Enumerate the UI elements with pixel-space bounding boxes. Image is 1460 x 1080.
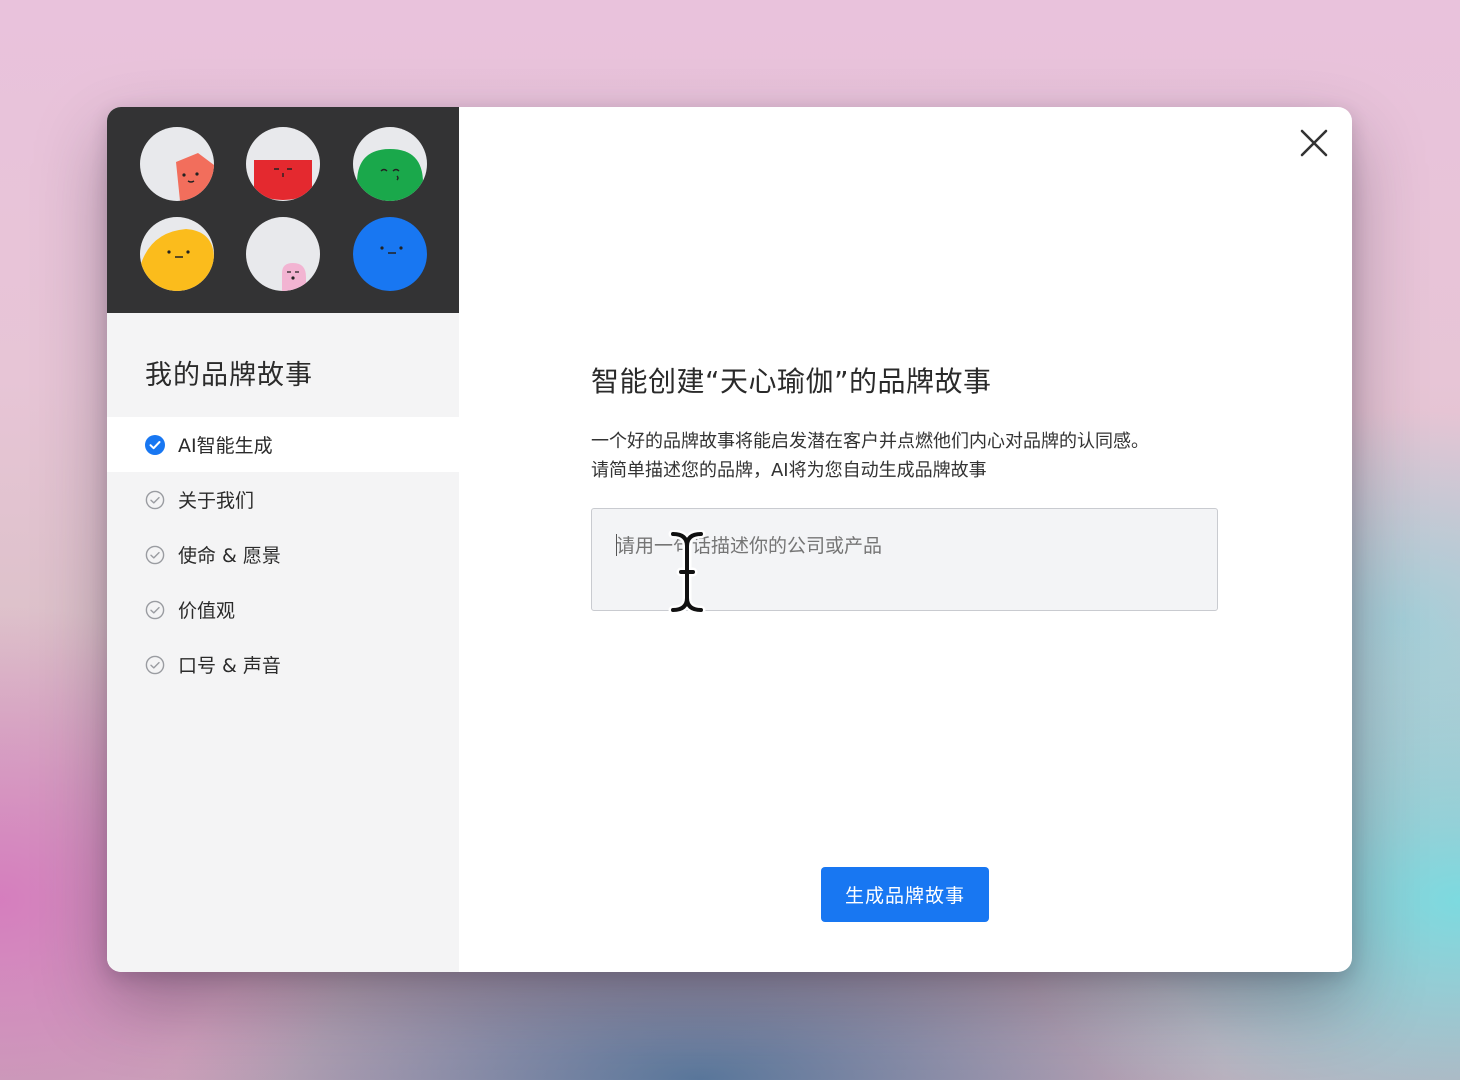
step-slogan-voice[interactable]: 口号 & 声音: [107, 637, 459, 692]
step-nav: AI智能生成 关于我们 使命 & 愿景 价值观 口号 & 声音: [107, 417, 459, 692]
sidebar: 我的品牌故事 AI智能生成 关于我们 使命 & 愿景 价值观 口号 & 声音: [107, 107, 459, 972]
yellow-avatar: [140, 217, 214, 291]
description-line: 一个好的品牌故事将能启发潜在客户并点燃他们内心对品牌的认同感。: [591, 431, 1149, 452]
step-label: 口号 & 声音: [178, 655, 281, 677]
check-circle-filled-icon: [145, 434, 165, 455]
page-title: 智能创建“天心瑜伽”的品牌故事: [591, 365, 992, 398]
text-cursor-icon: [668, 530, 706, 614]
step-label: 价值观: [178, 600, 236, 622]
avatar-panel: [107, 107, 459, 313]
description: 一个好的品牌故事将能启发潜在客户并点燃他们内心对品牌的认同感。 请简单描述您的品…: [591, 427, 1149, 485]
step-label: 关于我们: [178, 490, 255, 512]
check-circle-outline-icon: [145, 655, 165, 674]
check-circle-outline-icon: [145, 490, 165, 509]
close-icon: [1300, 129, 1328, 157]
coral-avatar: [140, 127, 214, 201]
red-avatar: [246, 127, 320, 201]
description-line: 请简单描述您的品牌，AI将为您自动生成品牌故事: [591, 460, 987, 481]
check-circle-outline-icon: [145, 600, 165, 619]
step-ai-generate[interactable]: AI智能生成: [107, 417, 459, 472]
main-panel: 智能创建“天心瑜伽”的品牌故事 一个好的品牌故事将能启发潜在客户并点燃他们内心对…: [459, 107, 1352, 972]
close-button[interactable]: [1298, 127, 1330, 159]
blue-avatar: [353, 217, 427, 291]
check-circle-outline-icon: [145, 545, 165, 564]
step-values[interactable]: 价值观: [107, 582, 459, 637]
step-about-us[interactable]: 关于我们: [107, 472, 459, 527]
text-caret: [616, 534, 617, 556]
pink-avatar: [246, 217, 320, 291]
step-mission-vision[interactable]: 使命 & 愿景: [107, 527, 459, 582]
green-avatar: [353, 127, 427, 201]
generate-story-button[interactable]: 生成品牌故事: [821, 867, 989, 922]
brand-story-dialog: 我的品牌故事 AI智能生成 关于我们 使命 & 愿景 价值观 口号 & 声音 智…: [107, 107, 1352, 972]
step-label: AI智能生成: [178, 435, 273, 457]
sidebar-title: 我的品牌故事: [145, 360, 313, 391]
step-label: 使命 & 愿景: [178, 545, 281, 567]
